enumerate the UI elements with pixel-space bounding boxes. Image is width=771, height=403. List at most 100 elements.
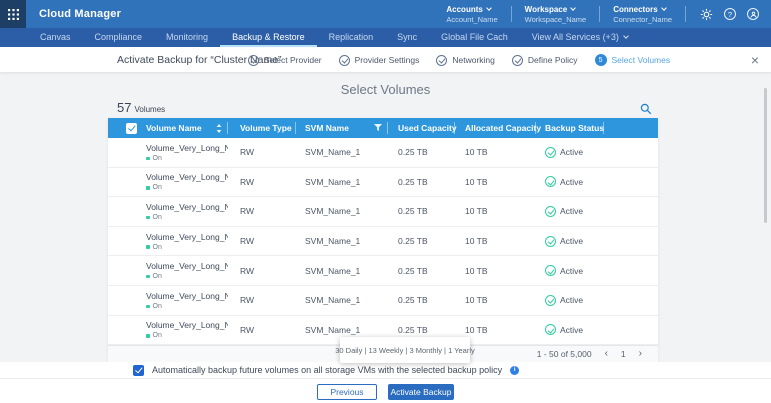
used-capacity: 0.25 TB [388, 147, 455, 157]
table-row: Volume_Very_Long_Name On RW SVM_Name_1 0… [108, 227, 658, 257]
prev-page-icon[interactable]: ‹ [605, 349, 608, 359]
allocated-capacity: 10 TB [455, 295, 536, 305]
volumes-table: Volume Name Volume Type SVM Name Used Ca… [108, 118, 658, 362]
on-state-dot-icon [146, 157, 150, 161]
divider [685, 6, 686, 22]
app-launcher-button[interactable] [0, 0, 26, 28]
column-used-capacity[interactable]: Used Capacity [388, 118, 455, 138]
on-state-dot-icon [146, 305, 150, 309]
auto-backup-row: Automatically backup future volumes on a… [0, 362, 771, 379]
tab-monitoring[interactable]: Monitoring [154, 28, 220, 47]
used-capacity: 0.25 TB [388, 206, 455, 216]
table-body: Volume_Very_Long_Name On RW SVM_Name_1 0… [108, 138, 658, 345]
column-svm-name[interactable]: SVM Name [296, 118, 388, 138]
step-number-badge: 5 [595, 54, 607, 66]
volume-type: RW [228, 177, 296, 187]
vertical-scrollbar[interactable] [764, 88, 767, 223]
svm-name: SVM_Name_1 [296, 147, 388, 157]
auto-backup-checkbox[interactable] [133, 365, 144, 376]
table-row: Volume_Very_Long_Name On RW SVM_Name_1 0… [108, 197, 658, 227]
current-page[interactable]: 1 [621, 349, 626, 359]
sort-icon[interactable] [216, 124, 222, 133]
select-all-checkbox-cell [108, 118, 146, 138]
tab-sync[interactable]: Sync [385, 28, 429, 47]
connectors-menu[interactable]: Connectors Connector_Name [600, 5, 685, 24]
backup-status-label: Active [560, 325, 583, 335]
check-circle-icon [512, 55, 523, 66]
table-row: Volume_Very_Long_Name On RW SVM_Name_1 0… [108, 286, 658, 316]
tab-global-file-cache[interactable]: Global File Cach [429, 28, 520, 47]
allocated-capacity: 10 TB [455, 236, 536, 246]
volume-state: On [146, 303, 228, 310]
help-icon[interactable]: ? [724, 8, 736, 20]
tab-replication[interactable]: Replication [317, 28, 386, 47]
previous-button[interactable]: Previous [317, 384, 377, 400]
wizard-steps: Select Provider Provider Settings Networ… [248, 47, 670, 73]
page-title: Select Volumes [0, 82, 771, 97]
user-account-icon[interactable] [747, 8, 759, 20]
volume-name: Volume_Very_Long_Name [146, 291, 228, 301]
check-circle-icon [248, 55, 259, 66]
workspace-name: Workspace_Name [525, 15, 587, 24]
on-state-dot-icon [146, 275, 150, 279]
used-capacity: 0.25 TB [388, 295, 455, 305]
svm-name: SVM_Name_1 [296, 266, 388, 276]
backup-status-label: Active [560, 177, 583, 187]
activate-backup-button[interactable]: Activate Backup [388, 384, 454, 400]
backup-policy-tooltip: 30 Daily | 13 Weekly | 3 Monthly | 1 Yea… [340, 337, 470, 363]
column-volume-name[interactable]: Volume Name [146, 118, 228, 138]
select-all-checkbox[interactable] [126, 123, 137, 134]
active-check-icon [545, 265, 556, 276]
column-backup-status[interactable]: Backup Status [536, 118, 604, 138]
allocated-capacity: 10 TB [455, 325, 536, 335]
volume-type: RW [228, 325, 296, 335]
table-header-row: Volume Name Volume Type SVM Name Used Ca… [108, 118, 658, 138]
volume-name: Volume_Very_Long_Name [146, 320, 228, 330]
step-networking[interactable]: Networking [436, 55, 495, 66]
svm-name: SVM_Name_1 [296, 206, 388, 216]
tab-canvas[interactable]: Canvas [28, 28, 83, 47]
chevron-down-icon [623, 33, 629, 39]
volume-name: Volume_Very_Long_Name [146, 232, 228, 242]
allocated-capacity: 10 TB [455, 177, 536, 187]
chevron-down-icon [570, 5, 576, 11]
gear-icon[interactable] [700, 8, 713, 21]
step-select-volumes[interactable]: 5Select Volumes [595, 54, 671, 66]
volume-name: Volume_Very_Long_Name [146, 172, 228, 182]
allocated-capacity: 10 TB [455, 206, 536, 216]
step-define-policy[interactable]: Define Policy [512, 55, 578, 66]
volume-state: On [146, 155, 228, 162]
close-icon[interactable]: × [751, 47, 759, 73]
tab-backup-restore[interactable]: Backup & Restore [220, 28, 317, 47]
svm-name: SVM_Name_1 [296, 325, 388, 335]
active-check-icon [545, 206, 556, 217]
column-allocated-capacity[interactable]: Allocated Capacity [455, 118, 536, 138]
volume-type: RW [228, 147, 296, 157]
on-state-dot-icon [146, 216, 150, 220]
info-icon[interactable]: i [510, 366, 519, 375]
tab-compliance[interactable]: Compliance [83, 28, 155, 47]
active-check-icon [545, 236, 556, 247]
active-check-icon [545, 295, 556, 306]
tab-view-all-services[interactable]: View All Services (+3) [520, 28, 640, 47]
volume-name: Volume_Very_Long_Name [146, 261, 228, 271]
used-capacity: 0.25 TB [388, 325, 455, 335]
accounts-menu[interactable]: Accounts Account_Name [433, 5, 510, 24]
on-state-dot-icon [146, 245, 150, 249]
active-check-icon [545, 324, 556, 335]
volume-name: Volume_Very_Long_Name [146, 143, 228, 153]
on-state-dot-icon [146, 334, 150, 338]
step-select-provider[interactable]: Select Provider [248, 55, 322, 66]
table-row: Volume_Very_Long_Name On RW SVM_Name_1 0… [108, 138, 658, 168]
next-page-icon[interactable]: › [639, 349, 642, 359]
active-check-icon [545, 176, 556, 187]
bottom-bar: Automatically backup future volumes on a… [0, 362, 771, 403]
on-state-dot-icon [146, 186, 150, 190]
filter-icon[interactable] [374, 124, 382, 132]
workspace-menu[interactable]: Workspace Workspace_Name [512, 5, 600, 24]
auto-backup-label: Automatically backup future volumes on a… [152, 365, 502, 375]
column-volume-type[interactable]: Volume Type [228, 118, 296, 138]
used-capacity: 0.25 TB [388, 236, 455, 246]
backup-status-label: Active [560, 266, 583, 276]
step-provider-settings[interactable]: Provider Settings [339, 55, 420, 66]
